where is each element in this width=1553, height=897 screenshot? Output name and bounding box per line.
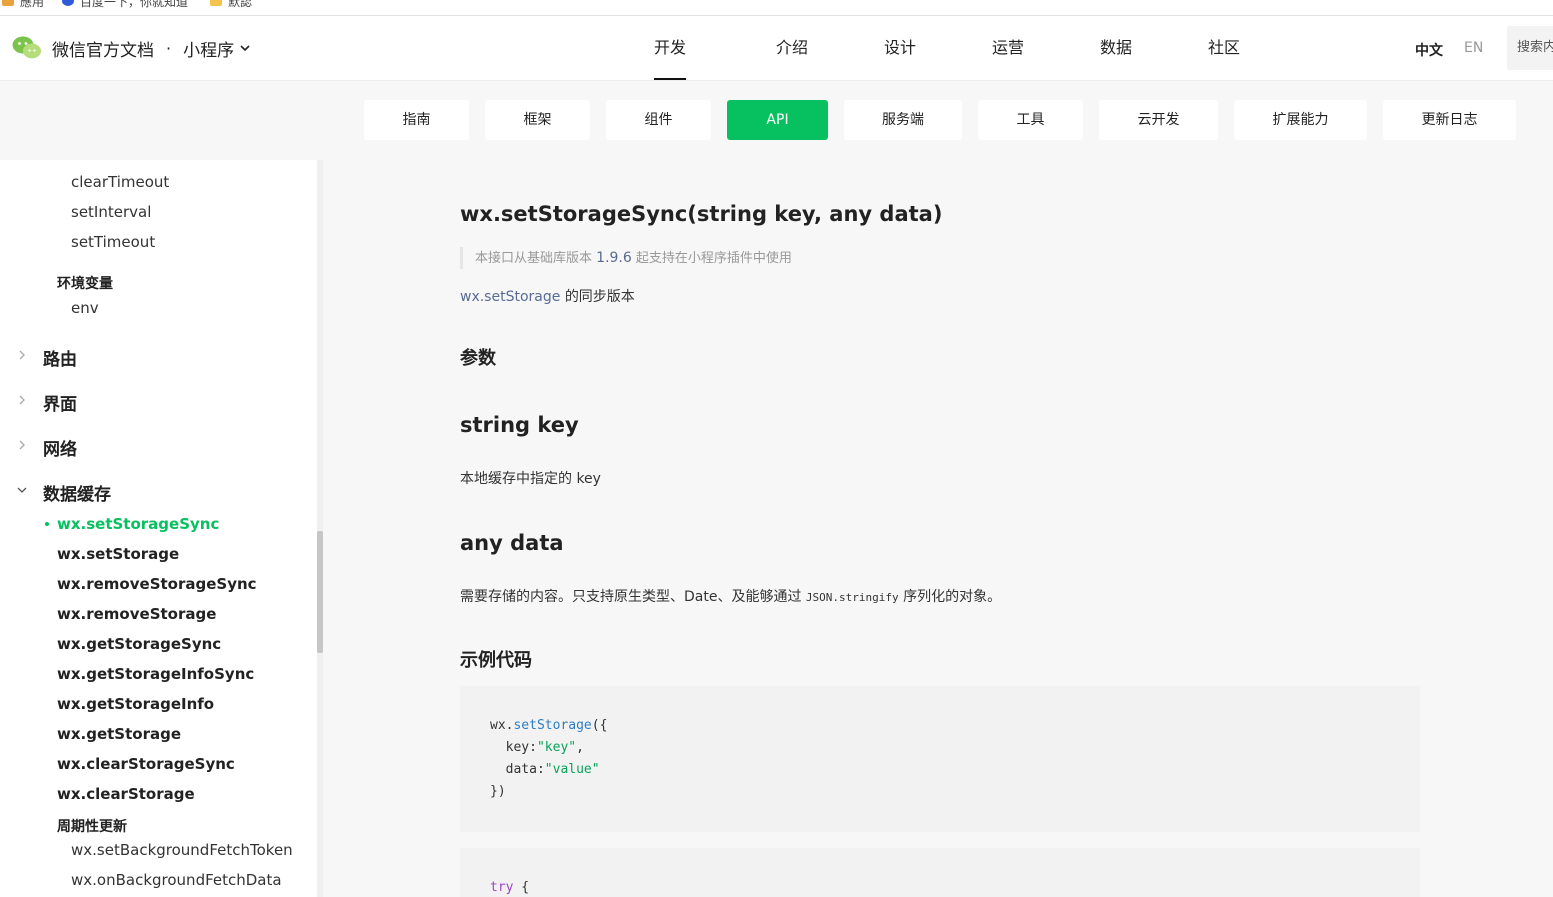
lang-en-button[interactable]: EN xyxy=(1464,40,1483,56)
baidu-paw-icon xyxy=(62,0,74,6)
sidebar-item-settimeout[interactable]: setTimeout xyxy=(71,233,155,251)
sidebar-item-removestorage[interactable]: wx.removeStorage xyxy=(57,605,216,623)
product-label: 小程序 xyxy=(183,40,235,61)
sidebar-item-setbackgroundfetchtoken[interactable]: wx.setBackgroundFetchToken xyxy=(71,841,293,859)
code-block-2: try { xyxy=(490,880,530,895)
sidebar-item-getstorageinfosync[interactable]: wx.getStorageInfoSync xyxy=(57,665,254,683)
nav-develop[interactable]: 开发 xyxy=(630,16,738,80)
bookmark-default-folder[interactable]: 默認 xyxy=(210,0,252,9)
sidebar-item-onbackgroundfetchdata[interactable]: wx.onBackgroundFetchData xyxy=(71,871,282,889)
nav-operations[interactable]: 运营 xyxy=(954,16,1062,80)
sidebar-group-env: 环境变量 xyxy=(57,276,113,292)
top-nav: 微信官方文档 · 小程序 开发 介绍 设计 运营 数据 社区 中文 EN 搜索内… xyxy=(0,16,1553,81)
nav-data[interactable]: 数据 xyxy=(1062,16,1170,80)
param-data-description: 需要存储的内容。只支持原生类型、Date、及能够通过 JSON.stringif… xyxy=(460,586,1001,606)
tab-api[interactable]: API xyxy=(727,100,828,140)
note-version: 1.9.6 xyxy=(596,250,632,266)
code-example-2: try { xyxy=(460,848,1420,897)
sidebar-item-cleartimeout[interactable]: clearTimeout xyxy=(71,173,169,191)
param-data-text-a: 需要存储的内容。只支持原生类型、Date、及能够通过 xyxy=(460,589,802,605)
example-heading: 示例代码 xyxy=(460,650,532,671)
nav-intro[interactable]: 介绍 xyxy=(738,16,846,80)
note-prefix: 本接口从基础库版本 xyxy=(475,251,593,266)
nav-design[interactable]: 设计 xyxy=(846,16,954,80)
code-example-1: wx.setStorage({ key:"key", data:"value" … xyxy=(460,686,1420,832)
tab-changelog[interactable]: 更新日志 xyxy=(1383,100,1516,140)
chevron-right-icon xyxy=(19,395,25,405)
chevron-right-icon xyxy=(19,350,25,360)
setstorage-link[interactable]: wx.setStorage xyxy=(460,289,560,305)
sidebar-section-network[interactable]: 网络 xyxy=(43,435,77,460)
api-description: wx.setStorage 的同步版本 xyxy=(460,286,635,306)
sidebar-group-periodic: 周期性更新 xyxy=(57,819,127,835)
sidebar-item-clearstoragesync[interactable]: wx.clearStorageSync xyxy=(57,755,235,773)
apps-grid-icon xyxy=(2,0,14,6)
note-suffix: 起支持在小程序插件中使用 xyxy=(635,251,792,266)
sidebar-item-getstorageinfo[interactable]: wx.getStorageInfo xyxy=(57,695,214,713)
product-switcher[interactable]: 小程序 xyxy=(183,36,251,61)
site-title[interactable]: 微信官方文档 xyxy=(52,36,154,61)
search-input[interactable]: 搜索内容 xyxy=(1507,26,1553,70)
param-key-heading: string key xyxy=(460,413,579,437)
main-nav: 开发 介绍 设计 运营 数据 社区 xyxy=(630,16,1278,80)
tab-tools[interactable]: 工具 xyxy=(978,100,1083,140)
chevron-right-icon xyxy=(19,440,25,450)
title-separator: · xyxy=(166,38,172,58)
sidebar-section-storage[interactable]: 数据缓存 xyxy=(43,480,111,505)
sidebar-item-setstoragesync[interactable]: wx.setStorageSync xyxy=(57,515,219,533)
sidebar-section-ui[interactable]: 界面 xyxy=(43,390,77,415)
bookmark-baidu[interactable]: 百度一下，你就知道 xyxy=(62,0,188,9)
param-key-description: 本地缓存中指定的 key xyxy=(460,471,601,487)
brand: 微信官方文档 · 小程序 xyxy=(12,34,251,62)
sidebar-item-setstorage[interactable]: wx.setStorage xyxy=(57,545,179,563)
chevron-down-icon xyxy=(240,45,250,52)
description-text: 的同步版本 xyxy=(564,289,635,305)
json-stringify-code: JSON.stringify xyxy=(805,591,899,604)
category-tabs: 指南 框架 组件 API 服务端 工具 云开发 扩展能力 更新日志 xyxy=(0,81,1553,160)
page-title: wx.setStorageSync(string key, any data) xyxy=(460,202,943,226)
lang-zh-button[interactable]: 中文 xyxy=(1415,40,1443,60)
tab-server[interactable]: 服务端 xyxy=(844,100,962,140)
bookmark-apps[interactable]: 應用 xyxy=(2,0,44,9)
sidebar-item-removestoragesync[interactable]: wx.removeStorageSync xyxy=(57,575,257,593)
sidebar-item-setinterval[interactable]: setInterval xyxy=(71,203,151,221)
nav-community[interactable]: 社区 xyxy=(1170,16,1278,80)
param-data-text-b: 序列化的对象。 xyxy=(903,589,1002,605)
param-data-heading: any data xyxy=(460,531,564,555)
code-block-1: wx.setStorage({ key:"key", data:"value" … xyxy=(490,718,608,799)
chevron-down-icon xyxy=(17,487,27,493)
doc-content: wx.setStorageSync(string key, any data) … xyxy=(323,160,1553,897)
active-bullet-icon xyxy=(45,522,49,526)
wechat-logo-icon[interactable] xyxy=(12,35,42,61)
tab-framework[interactable]: 框架 xyxy=(485,100,590,140)
bookmarks-bar: 應用 百度一下，你就知道 默認 xyxy=(0,0,1553,16)
sidebar-item-clearstorage[interactable]: wx.clearStorage xyxy=(57,785,195,803)
params-heading: 参数 xyxy=(460,348,496,369)
tab-cloud-dev[interactable]: 云开发 xyxy=(1099,100,1218,140)
version-note: 本接口从基础库版本 1.9.6 起支持在小程序插件中使用 xyxy=(460,247,792,269)
sidebar-item-getstoragesync[interactable]: wx.getStorageSync xyxy=(57,635,221,653)
tab-extensions[interactable]: 扩展能力 xyxy=(1234,100,1367,140)
sidebar-item-getstorage[interactable]: wx.getStorage xyxy=(57,725,181,743)
tab-components[interactable]: 组件 xyxy=(606,100,711,140)
sidebar-section-route[interactable]: 路由 xyxy=(43,345,77,370)
folder-icon xyxy=(210,0,222,6)
sidebar-item-env[interactable]: env xyxy=(71,299,99,317)
sidebar-nav: clearTimeout setInterval setTimeout 环境变量… xyxy=(0,160,317,897)
tab-guide[interactable]: 指南 xyxy=(364,100,469,140)
